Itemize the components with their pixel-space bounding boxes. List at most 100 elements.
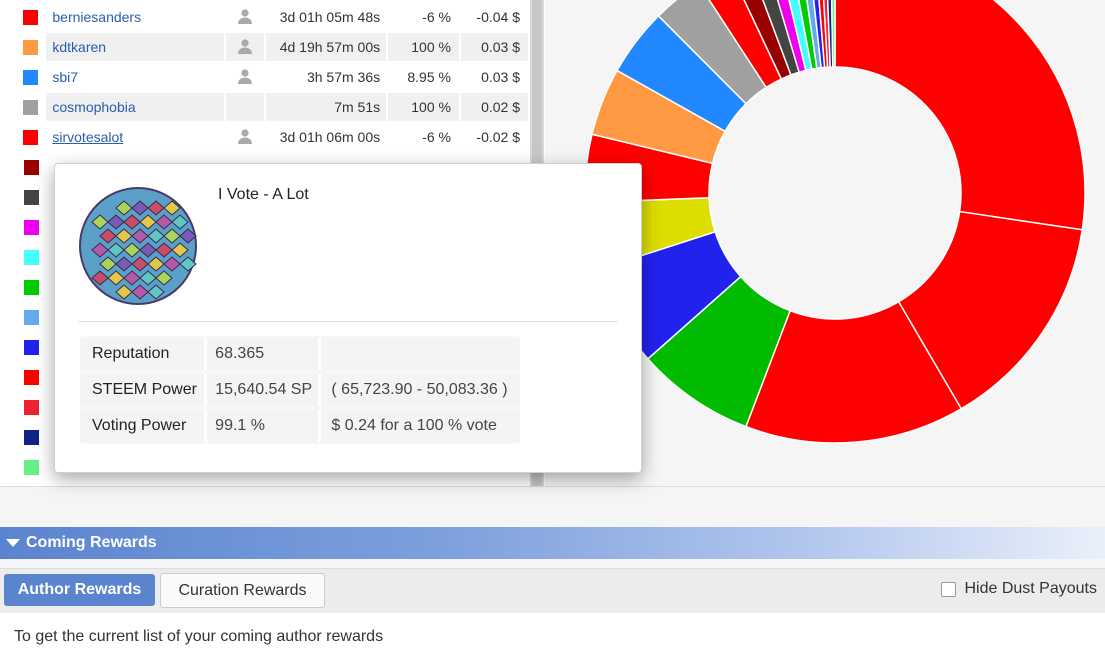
vote-time: 4d 19h 57m 00s <box>265 33 389 61</box>
voter-profile-cell <box>226 63 266 91</box>
voter-color-swatch <box>23 189 39 205</box>
voter-name[interactable]: sbi7 <box>52 69 78 85</box>
voter-color-cell <box>14 452 48 482</box>
stat-label: Voting Power <box>80 410 208 442</box>
coming-rewards-header[interactable]: Coming Rewards <box>0 527 1105 559</box>
voter-color-swatch <box>22 69 38 85</box>
person-icon[interactable] <box>237 68 253 87</box>
voter-color-swatch <box>23 339 39 355</box>
voter-color-cell <box>14 242 48 272</box>
voter-color-cell <box>14 362 48 392</box>
voter-color-swatch <box>23 309 39 325</box>
hide-dust-toggle[interactable]: Hide Dust Payouts <box>941 580 1097 598</box>
voter-row: sbi7 3h 57m 36s 8.95 % 0.03 $ <box>14 62 530 92</box>
vote-reward: 0.03 $ <box>460 33 530 61</box>
voter-name-link[interactable]: cosmophobia <box>46 93 226 121</box>
vote-reward: -0.04 $ <box>461 3 530 31</box>
voter-row: cosmophobia 7m 51s 100 % 0.02 $ <box>14 92 530 122</box>
vote-reward: -0.02 $ <box>461 123 530 151</box>
tooltip-divider <box>78 321 618 322</box>
account-stat-row: Voting Power 99.1 % $ 0.24 for a 100 % vot… <box>80 408 520 444</box>
voter-color-cell <box>14 392 48 422</box>
account-avatar <box>78 186 198 306</box>
voter-color-swatch <box>23 249 39 265</box>
voter-color-swatch <box>22 9 38 25</box>
voter-name-link[interactable]: sirvotesalot <box>46 123 226 151</box>
vote-time: 3d 01h 06m 00s <box>266 123 389 151</box>
stat-label: Reputation <box>80 338 208 370</box>
voter-color-cell <box>14 122 47 152</box>
voter-profile-cell <box>226 123 266 151</box>
person-icon[interactable] <box>237 38 253 57</box>
author-rewards-help: To get the current list of your coming a… <box>14 627 383 647</box>
voter-row: sirvotesalot 3d 01h 06m 00s -6 % -0.02 $ <box>14 122 530 152</box>
voter-name[interactable]: kdtkaren <box>52 39 106 55</box>
vote-time: 3h 57m 36s <box>266 63 389 91</box>
tab-curation-rewards[interactable]: Curation Rewards <box>160 573 325 608</box>
voter-color-cell <box>14 302 48 332</box>
voter-name[interactable]: berniesanders <box>52 9 141 25</box>
voter-profile-cell <box>225 93 266 121</box>
voter-color-swatch <box>23 429 39 445</box>
tab-author-rewards[interactable]: Author Rewards <box>4 574 155 606</box>
stat-extra: $ 0.24 for a 100 % vote <box>321 410 520 442</box>
voter-color-cell <box>14 272 48 302</box>
voter-color-swatch <box>23 219 39 235</box>
voter-color-swatch <box>22 129 38 145</box>
rewards-tabbar: Author Rewards Curation Rewards Hide Dus… <box>0 568 1105 614</box>
stat-value: 68.365 <box>207 338 322 370</box>
person-icon[interactable] <box>237 128 253 147</box>
account-stat-row: STEEM Power 15,640.54 SP( 65,723.90 - 50,… <box>80 372 520 408</box>
voter-name-link[interactable]: berniesanders <box>46 3 226 31</box>
vote-percent: 100 % <box>388 93 461 121</box>
vote-time: 3d 01h 05m 48s <box>266 3 389 31</box>
voter-color-cell <box>14 422 48 452</box>
stat-extra <box>321 338 520 370</box>
voter-color-cell <box>14 32 47 62</box>
vote-reward: 0.02 $ <box>460 93 530 121</box>
voter-row: berniesanders 3d 01h 05m 48s -6 % -0.04 $ <box>14 2 530 32</box>
stat-value: 99.1 % <box>207 410 322 442</box>
hide-dust-checkbox[interactable] <box>941 581 957 597</box>
voter-color-cell <box>14 332 48 362</box>
chart-slice[interactable] <box>834 0 1086 231</box>
voter-color-swatch <box>23 399 39 415</box>
voter-color-swatch <box>23 369 39 385</box>
vote-percent: -6 % <box>388 3 461 31</box>
stat-extra: ( 65,723.90 - 50,083.36 ) <box>321 374 520 406</box>
vote-percent: 8.95 % <box>388 63 461 91</box>
voter-name[interactable]: cosmophobia <box>52 99 135 115</box>
voter-color-swatch <box>23 159 39 175</box>
voter-color-swatch <box>23 459 39 475</box>
voter-color-cell <box>14 2 47 32</box>
voter-color-swatch <box>23 279 39 295</box>
person-icon[interactable] <box>237 8 253 27</box>
voter-name[interactable]: sirvotesalot <box>52 129 123 145</box>
voter-profile-cell <box>225 33 266 61</box>
vote-percent: -6 % <box>388 123 461 151</box>
vote-time: 7m 51s <box>265 93 389 121</box>
help-line-1: To get the current list of your coming a… <box>14 628 384 645</box>
account-tooltip: I Vote - A Lot Reputation 68.365 STEEM Pow… <box>54 163 642 473</box>
collapse-triangle-icon[interactable] <box>6 539 20 547</box>
account-stats-table: Reputation 68.365 STEEM Power 15,640.54 SP(… <box>80 336 520 444</box>
voter-name-link[interactable]: sbi7 <box>46 63 226 91</box>
hide-dust-label: Hide Dust Payouts <box>964 580 1097 597</box>
vote-percent: 100 % <box>388 33 461 61</box>
vote-reward: 0.03 $ <box>461 63 530 91</box>
stat-label: STEEM Power <box>80 374 208 406</box>
account-title: I Vote - A Lot <box>218 186 309 203</box>
voter-color-swatch <box>22 99 38 115</box>
account-stat-row: Reputation 68.365 <box>80 336 520 372</box>
voter-color-cell <box>14 182 48 212</box>
voter-color-cell <box>14 212 48 242</box>
voter-name-link[interactable]: kdtkaren <box>46 33 226 61</box>
voter-color-swatch <box>22 39 38 55</box>
voter-color-cell <box>14 92 47 122</box>
voter-row: kdtkaren 4d 19h 57m 00s 100 % 0.03 $ <box>14 32 530 62</box>
voter-profile-cell <box>226 3 266 31</box>
voter-color-cell <box>14 152 48 182</box>
stat-value: 15,640.54 SP <box>207 374 322 406</box>
voter-color-cell <box>14 62 47 92</box>
coming-rewards-title: Coming Rewards <box>26 534 157 551</box>
